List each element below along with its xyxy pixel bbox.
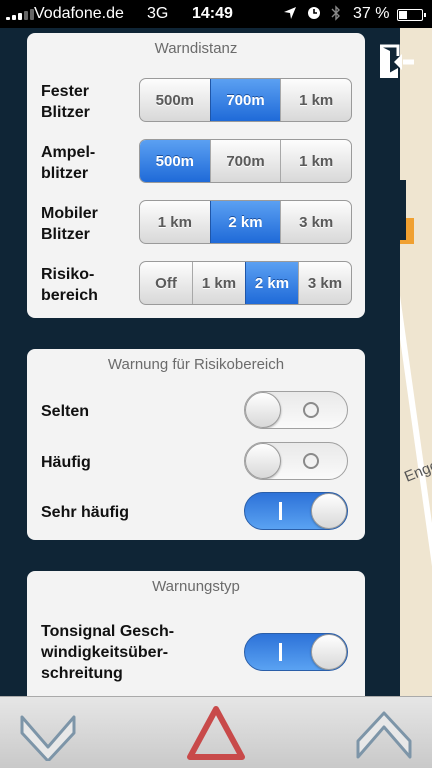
fester-blitzer-option-500m[interactable]: 500m [140, 79, 210, 121]
location-arrow-icon [284, 7, 296, 19]
battery-percent: 37 % [353, 5, 390, 22]
selten-toggle[interactable] [244, 391, 348, 429]
switch-knob[interactable] [245, 443, 281, 479]
sehr-haeufig-label: Sehr häufig [41, 504, 130, 521]
tonsignal-toggle[interactable] [244, 633, 348, 671]
warnungstyp-title: Warnungstyp [152, 578, 240, 595]
haeufig-toggle[interactable] [244, 442, 348, 480]
risikobereich-card: Warnung für Risikobereich Selten Häufig … [27, 349, 365, 540]
switch-on-mark [279, 502, 282, 520]
network-type: 3G [147, 5, 169, 22]
fester-blitzer-segmented: 500m 700m 1 km [139, 78, 352, 122]
fester-blitzer-label: Fester Blitzer [41, 83, 90, 121]
mobiler-blitzer-option-3km[interactable]: 3 km [280, 201, 351, 243]
tonsignal-label: Tonsignal Gesch- windigkeitsüber- schrei… [41, 623, 175, 682]
fester-blitzer-option-700m[interactable]: 700m [209, 79, 281, 121]
risikobereich-option-3km[interactable]: 3 km [298, 262, 351, 304]
risikobereich-option-off[interactable]: Off [140, 262, 192, 304]
exit-icon[interactable] [376, 43, 416, 81]
bottom-toolbar [0, 696, 432, 768]
clock-icon [308, 7, 320, 19]
mobiler-blitzer-option-1km[interactable]: 1 km [140, 201, 210, 243]
ampelblitzer-option-1km[interactable]: 1 km [280, 140, 351, 182]
sehr-haeufig-toggle[interactable] [244, 492, 348, 530]
map-view[interactable] [377, 28, 432, 696]
warning-triangle-icon[interactable] [186, 705, 246, 761]
ampelblitzer-option-700m[interactable]: 700m [209, 140, 281, 182]
risikobereich-option-1km[interactable]: 1 km [192, 262, 245, 304]
switch-off-mark [303, 402, 319, 418]
switch-off-mark [303, 453, 319, 469]
carrier-name: Vodafone.de [34, 5, 124, 22]
switch-on-mark [279, 643, 282, 661]
status-bar: Vodafone.de 3G 14:49 37 % [0, 0, 432, 28]
switch-knob[interactable] [245, 392, 281, 428]
mobiler-blitzer-label: Mobiler Blitzer [41, 205, 98, 243]
mobiler-blitzer-option-2km[interactable]: 2 km [209, 201, 281, 243]
warnungstyp-card: Warnungstyp Tonsignal Gesch- windigkeits… [27, 571, 365, 711]
chevron-down-icon[interactable] [18, 705, 78, 761]
panel-edge [396, 180, 406, 240]
fester-blitzer-option-1km[interactable]: 1 km [280, 79, 351, 121]
signal-strength-icon [6, 9, 34, 20]
ampelblitzer-label: Ampel-blitzer [41, 144, 96, 182]
status-time: 14:49 [192, 5, 233, 22]
haeufig-label: Häufig [41, 454, 91, 471]
risikobereich-option-2km[interactable]: 2 km [245, 262, 298, 304]
bluetooth-icon [331, 5, 340, 21]
battery-fill [399, 11, 407, 19]
switch-knob[interactable] [311, 493, 347, 529]
risikobereich-title: Warnung für Risikobereich [107, 356, 285, 373]
warndistanz-card: Warndistanz Fester Blitzer 500m 700m 1 km… [27, 33, 365, 318]
mobiler-blitzer-segmented: 1 km 2 km 3 km [139, 200, 352, 244]
risikobereich-label: Risiko-bereich [41, 266, 98, 304]
ampelblitzer-segmented: 500m 700m 1 km [139, 139, 352, 183]
chevron-up-icon[interactable] [354, 705, 414, 761]
warndistanz-title: Warndistanz [154, 40, 238, 57]
ampelblitzer-option-500m[interactable]: 500m [140, 140, 210, 182]
risikobereich-segmented: Off 1 km 2 km 3 km [139, 261, 352, 305]
battery-icon [397, 9, 426, 21]
switch-knob[interactable] [311, 634, 347, 670]
selten-label: Selten [41, 403, 90, 420]
